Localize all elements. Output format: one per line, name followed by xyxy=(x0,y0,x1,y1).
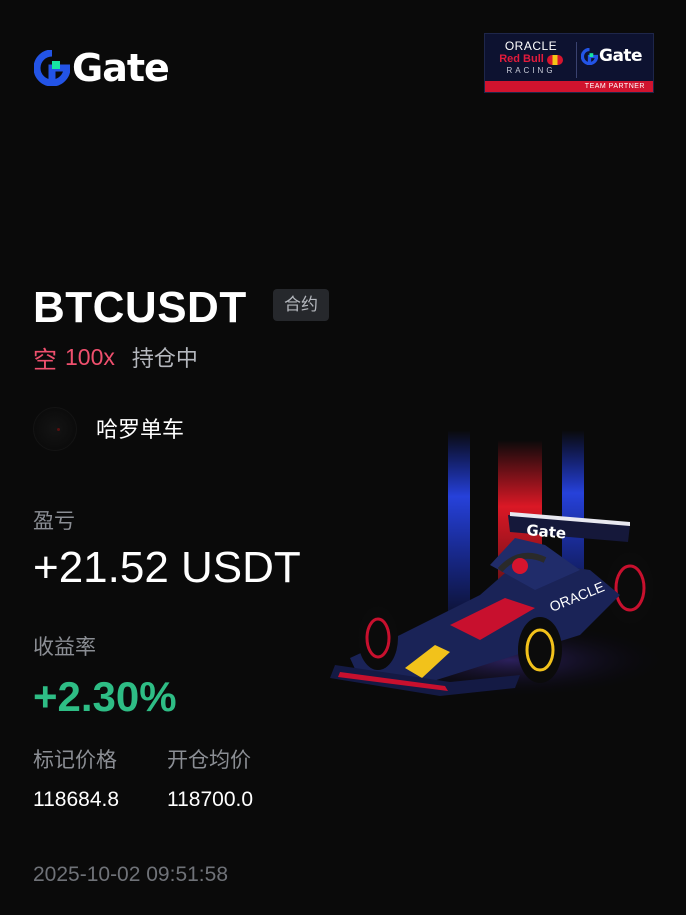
rear-wheel-right xyxy=(606,552,654,624)
timestamp: 2025-10-02 09:51:58 xyxy=(33,863,228,886)
red-bull-label: Red Bull xyxy=(499,53,544,65)
leverage: 100x xyxy=(65,343,115,370)
position-info: 空 100x 持仓中 xyxy=(33,341,198,374)
team-partner-badge: ORACLE Red Bull RACING Gate TEAM PARTNER xyxy=(484,33,654,93)
partner-gate-logo: Gate xyxy=(581,46,643,66)
pnl-label: 盈亏 xyxy=(33,509,75,533)
oracle-redbull-racing-logo: ORACLE Red Bull RACING xyxy=(489,39,573,76)
position-status: 持仓中 xyxy=(131,347,198,372)
light-bar-blue-left xyxy=(448,430,470,620)
team-partner-strip: TEAM PARTNER xyxy=(485,81,653,92)
entry-price-value: 118700.0 xyxy=(167,788,254,811)
rear-wing-logo: Gate xyxy=(526,521,567,542)
pnl-value: +21.52 USDT xyxy=(33,543,301,592)
front-wheel-left xyxy=(358,606,398,670)
roi-value: +2.30% xyxy=(33,673,177,720)
oracle-text: ORACLE xyxy=(504,39,558,53)
partner-gate-text: Gate xyxy=(599,46,643,66)
symbol-title: BTCUSDT xyxy=(33,283,247,332)
front-wheel-right xyxy=(518,617,562,683)
red-bull-icon xyxy=(546,54,563,65)
partner-divider xyxy=(576,42,577,78)
gate-logo-text: Gate xyxy=(72,46,170,90)
mark-price-value: 118684.8 xyxy=(33,788,120,811)
mark-price-label: 标记价格 xyxy=(33,748,117,772)
roi-label: 收益率 xyxy=(33,635,96,659)
market-type-badge: 合约 xyxy=(273,289,329,321)
gate-logo: Gate xyxy=(34,46,170,90)
position-side: 空 xyxy=(33,345,57,374)
driver-helmet xyxy=(512,558,528,574)
gate-logo-icon xyxy=(34,50,70,86)
avatar xyxy=(33,407,77,451)
racing-text: RACING xyxy=(506,66,556,75)
username: 哈罗单车 xyxy=(96,418,185,443)
f1-car-image: Gate ORACLE xyxy=(330,430,680,700)
red-bull-text: Red Bull xyxy=(489,53,573,66)
gate-small-logo-icon xyxy=(581,47,598,65)
entry-price-label: 开仓均价 xyxy=(167,748,251,772)
